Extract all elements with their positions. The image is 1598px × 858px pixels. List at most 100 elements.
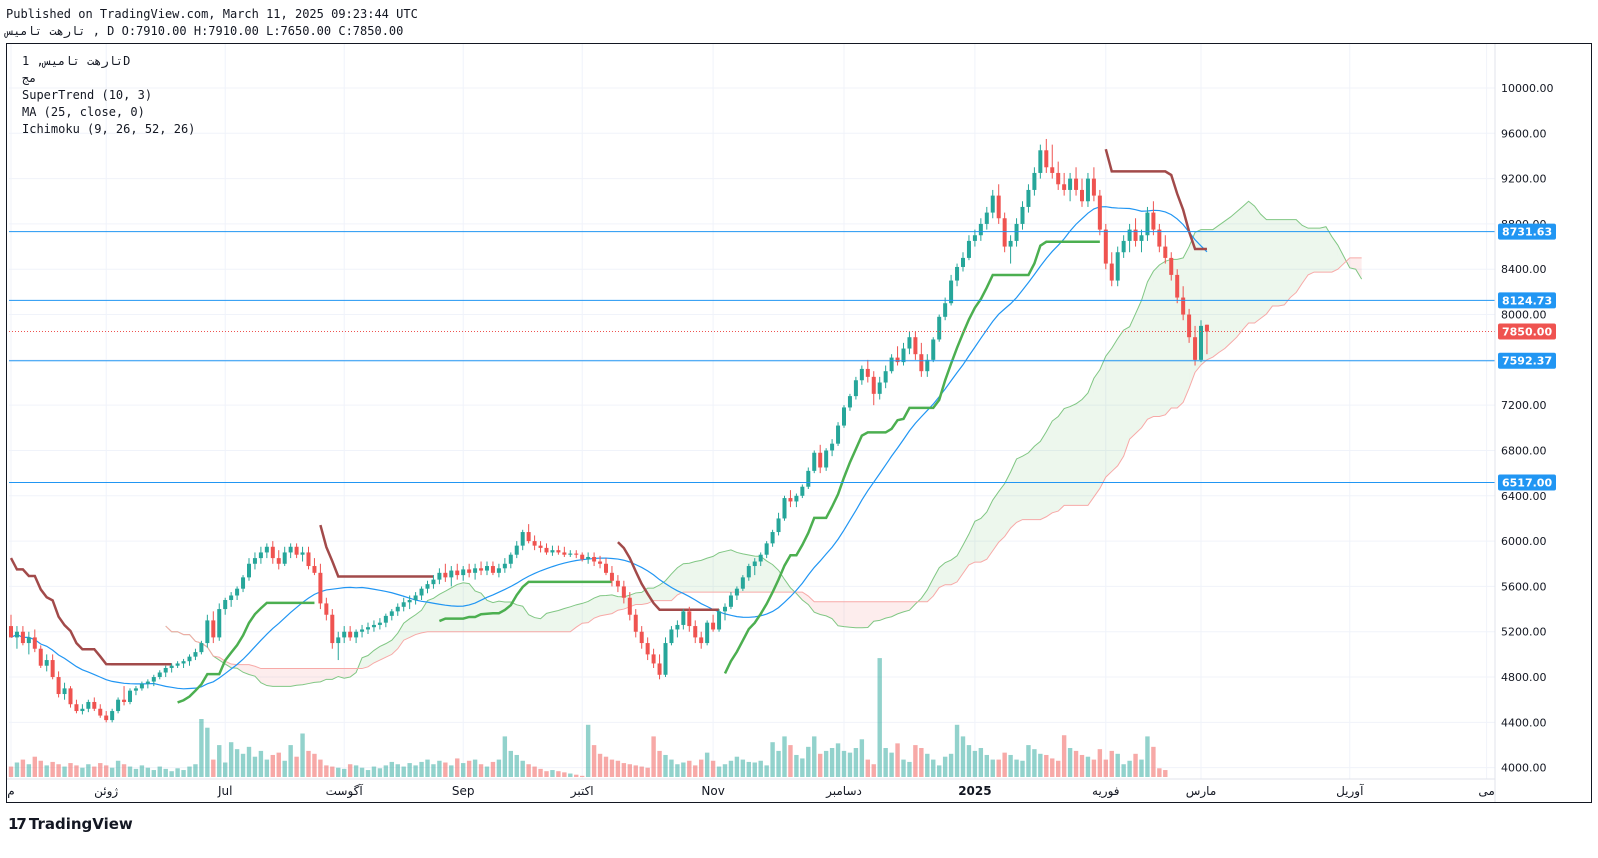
candle-body (770, 532, 775, 544)
candle-body (413, 595, 418, 601)
ichimoku-cloud-segment (558, 608, 565, 632)
ichimoku-cloud-segment (1064, 406, 1071, 506)
candle-body (235, 588, 240, 596)
volume-bar (597, 753, 603, 777)
volume-bar (44, 765, 49, 777)
legend-supertrend[interactable]: SuperTrend (10, 3) (22, 88, 152, 102)
candle-body (818, 452, 823, 468)
ichimoku-cloud-segment (1224, 216, 1231, 349)
candle-body (586, 556, 591, 560)
time-tick-label: فوریه (1092, 784, 1120, 799)
time-tick-label: مارس (1186, 784, 1217, 799)
volume-bar (895, 743, 900, 777)
chart-canvas[interactable]: 10000.009600.009200.008800.008400.008000… (7, 44, 1591, 802)
volume-bar (38, 760, 43, 777)
candle-body (639, 631, 644, 644)
candle-body (925, 359, 930, 372)
volume-bar (538, 768, 543, 777)
ichimoku-cloud-segment (1052, 416, 1059, 513)
ichimoku-cloud-segment (635, 592, 642, 605)
ichimoku-cloud-segment (278, 668, 285, 687)
volume-bar (407, 763, 412, 777)
ichimoku-cloud-segment (1070, 403, 1077, 506)
candle-body (895, 357, 900, 363)
candle-body (1068, 178, 1073, 190)
chart-frame[interactable]: 10000.009600.009200.008800.008400.008000… (6, 43, 1592, 803)
volume-bar (98, 763, 103, 777)
candle-body (26, 637, 31, 644)
candle-body (258, 552, 263, 559)
volume-bar (996, 759, 1001, 777)
volume-bar (794, 754, 799, 777)
candle-body (972, 235, 977, 241)
candle-body (520, 532, 525, 546)
candle-body (1193, 337, 1198, 360)
candle-body (1032, 172, 1037, 190)
ichimoku-cloud-segment (606, 594, 612, 615)
ichimoku-cloud-segment (1099, 356, 1106, 489)
volume-bar (591, 745, 597, 777)
volume-bar (246, 746, 252, 777)
volume-bar (948, 753, 954, 777)
candle-body (562, 552, 567, 555)
volume-bar (365, 770, 371, 777)
ichimoku-cloud-segment (1087, 378, 1094, 506)
ichimoku-cloud-segment (1242, 201, 1249, 330)
candle-body (711, 622, 716, 630)
ichimoku-cloud-segment (582, 601, 589, 624)
tradingview-logo[interactable]: 17 TradingView (8, 815, 133, 833)
candle-body (550, 550, 555, 553)
volume-bar (627, 764, 632, 777)
volume-bar (693, 765, 698, 777)
ichimoku-cloud-segment (594, 595, 601, 619)
ichimoku-cloud-segment (992, 491, 999, 551)
ichimoku-cloud-segment (302, 668, 309, 685)
candle-body (110, 711, 115, 721)
volume-bar (431, 764, 436, 777)
volume-bar (300, 733, 305, 777)
candle-body (116, 699, 121, 712)
legend-ichimoku[interactable]: Ichimoku (9, 26, 52, 26) (22, 122, 195, 136)
candle-body (544, 547, 549, 553)
volume-bar (972, 750, 978, 777)
ohlc-line: تارهت تاميس , D O:7910.00 H:7910.00 L:76… (6, 24, 404, 38)
candle-body (128, 690, 132, 702)
candle-body (568, 553, 573, 555)
time-tick-label: م (7, 784, 14, 798)
candle-body (764, 543, 769, 555)
volume-bar (26, 764, 32, 777)
ichimoku-cloud-segment (451, 584, 458, 632)
candle-body (830, 443, 835, 451)
candle-body (859, 368, 864, 381)
legend-ma[interactable]: MA (25, close, 0) (22, 105, 145, 119)
ichimoku-cloud-segment (1236, 206, 1243, 338)
ichimoku-cloud-segment (617, 596, 624, 611)
candle-body (556, 550, 561, 553)
candle-body (425, 584, 430, 589)
volume-bar (722, 764, 728, 777)
candle-body (431, 579, 436, 585)
volume-bar (163, 768, 168, 777)
ichimoku-cloud-segment (725, 549, 731, 593)
candle-body (1169, 257, 1174, 275)
ichimoku-cloud-segment (457, 582, 464, 632)
volume-bar (484, 766, 490, 777)
candle-body (122, 699, 127, 702)
candle-body (360, 629, 365, 632)
level-tag-3: 6517.00 (1502, 477, 1552, 490)
ichimoku-cloud-segment (1022, 452, 1029, 520)
volume-bar (960, 736, 966, 777)
candle-body (717, 611, 722, 630)
ichimoku-cloud-segment (766, 560, 773, 593)
candle-body (853, 380, 858, 397)
time-tick-label: دسامبر (825, 784, 862, 799)
ichimoku-cloud-segment (498, 601, 505, 632)
volume-bar (157, 766, 162, 777)
volume-bar (657, 750, 662, 777)
candle-body (104, 715, 109, 721)
candle-body (508, 554, 513, 564)
volume-bar (449, 765, 454, 777)
candle-body (1091, 178, 1096, 196)
candle-body (229, 595, 234, 601)
volume-bar (32, 756, 37, 777)
